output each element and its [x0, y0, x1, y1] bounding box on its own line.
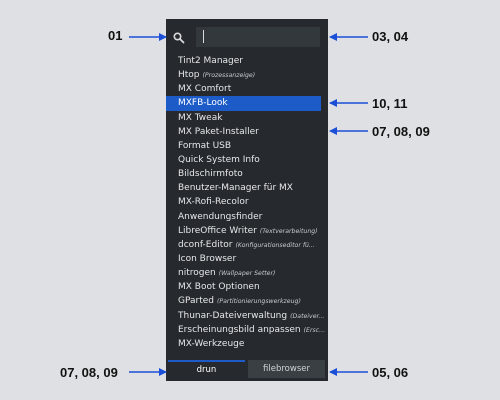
annotation-07-08-09-left: 07, 08, 09 [60, 365, 118, 380]
annotation-07-08-09-right: 07, 08, 09 [372, 124, 430, 139]
annotation-10-11: 10, 11 [372, 96, 408, 111]
annotation-05-06: 05, 06 [372, 365, 409, 380]
annotation-01: 01 [108, 28, 123, 43]
annotation-arrows [129, 33, 368, 376]
annotation-03-04: 03, 04 [372, 29, 409, 44]
